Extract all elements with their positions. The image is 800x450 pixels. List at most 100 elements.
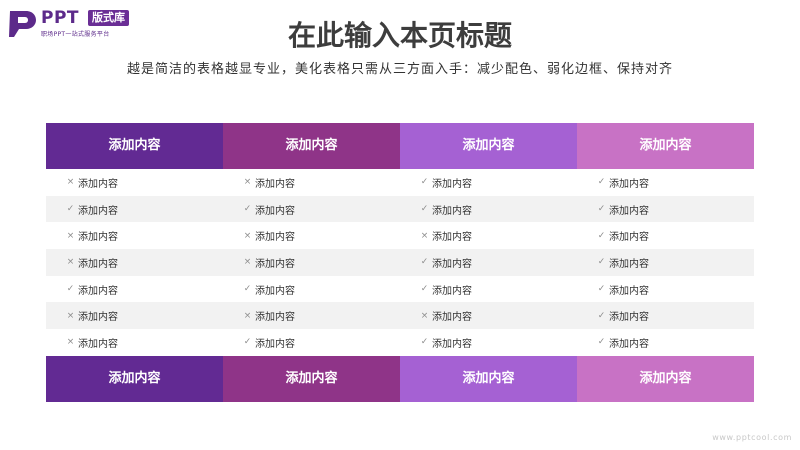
cell-text: 添加内容 (609, 205, 649, 217)
cell-text: 添加内容 (78, 312, 118, 324)
cell-text: 添加内容 (432, 285, 472, 297)
table-cell: ✓ 添加内容 (400, 329, 577, 356)
table-cell: × 添加内容 (46, 249, 223, 276)
table-cell: ✓ 添加内容 (577, 329, 754, 356)
status-mark-icon: ✓ (66, 284, 75, 295)
cell-text: 添加内容 (255, 178, 295, 190)
status-mark-icon: ✓ (597, 257, 606, 268)
table-cell: ✓ 添加内容 (223, 329, 400, 356)
cell-text: 添加内容 (432, 312, 472, 324)
table-cell: ✓ 添加内容 (400, 249, 577, 276)
status-mark-icon: × (243, 230, 252, 241)
status-mark-icon: ✓ (597, 204, 606, 215)
status-mark-icon: ✓ (420, 177, 429, 188)
cell-text: 添加内容 (78, 285, 118, 297)
table-cell: ✓ 添加内容 (400, 169, 577, 196)
cell-text: 添加内容 (255, 285, 295, 297)
table-header-cell: 添加内容 (400, 123, 577, 169)
status-mark-icon: ✓ (66, 204, 75, 215)
status-mark-icon: × (243, 177, 252, 188)
cell-text: 添加内容 (255, 338, 295, 350)
table-cell: ✓ 添加内容 (46, 196, 223, 223)
cell-text: 添加内容 (609, 258, 649, 270)
table-cell: ✓ 添加内容 (223, 196, 400, 223)
cell-text: 添加内容 (432, 232, 472, 244)
status-mark-icon: ✓ (597, 284, 606, 295)
table-cell: × 添加内容 (400, 302, 577, 329)
table-cell: ✓ 添加内容 (400, 276, 577, 303)
cell-text: 添加内容 (609, 338, 649, 350)
table-cell: ✓ 添加内容 (577, 276, 754, 303)
status-mark-icon: ✓ (243, 337, 252, 348)
cell-text: 添加内容 (78, 258, 118, 270)
cell-text: 添加内容 (432, 205, 472, 217)
table-row: ✓ 添加内容 ✓ 添加内容 ✓ 添加内容 ✓ 添加内容 (46, 195, 754, 223)
table-header-cell: 添加内容 (223, 123, 400, 169)
cell-text: 添加内容 (609, 232, 649, 244)
table-cell: ✓ 添加内容 (577, 302, 754, 329)
status-mark-icon: ✓ (420, 337, 429, 348)
table-row: × 添加内容 ✓ 添加内容 ✓ 添加内容 ✓ 添加内容 (46, 329, 754, 356)
status-mark-icon: × (420, 230, 429, 241)
table-header-cell: 添加内容 (577, 123, 754, 169)
cell-text: 添加内容 (432, 258, 472, 270)
cell-text: 添加内容 (609, 285, 649, 297)
table-cell: × 添加内容 (46, 302, 223, 329)
table-cell: × 添加内容 (400, 222, 577, 249)
cell-text: 添加内容 (255, 205, 295, 217)
status-mark-icon: ✓ (420, 284, 429, 295)
cell-text: 添加内容 (609, 312, 649, 324)
table-cell: ✓ 添加内容 (46, 276, 223, 303)
status-mark-icon: ✓ (243, 204, 252, 215)
comparison-table: 添加内容 添加内容 添加内容 添加内容 × 添加内容 × 添加内容 ✓ 添加内容 ✓ 添… (46, 123, 754, 402)
table-header-row: 添加内容 添加内容 添加内容 添加内容 (46, 123, 754, 169)
table-cell: × 添加内容 (46, 329, 223, 356)
cell-text: 添加内容 (78, 338, 118, 350)
cell-text: 添加内容 (255, 232, 295, 244)
table-row: × 添加内容 × 添加内容 ✓ 添加内容 ✓ 添加内容 (46, 169, 754, 196)
status-mark-icon: ✓ (420, 257, 429, 268)
cell-text: 添加内容 (255, 312, 295, 324)
status-mark-icon: ✓ (597, 310, 606, 321)
status-mark-icon: × (66, 310, 75, 321)
table-cell: × 添加内容 (223, 222, 400, 249)
table-row: × 添加内容 × 添加内容 × 添加内容 ✓ 添加内容 (46, 302, 754, 330)
cell-text: 添加内容 (78, 232, 118, 244)
table-row: × 添加内容 × 添加内容 ✓ 添加内容 ✓ 添加内容 (46, 249, 754, 276)
table-row: ✓ 添加内容 ✓ 添加内容 ✓ 添加内容 ✓ 添加内容 (46, 276, 754, 303)
status-mark-icon: × (243, 257, 252, 268)
table-footer-cell: 添加内容 (46, 355, 223, 402)
table-cell: × 添加内容 (223, 302, 400, 329)
status-mark-icon: × (66, 257, 75, 268)
table-footer-cell: 添加内容 (400, 355, 577, 402)
page-subtitle: 越是简洁的表格越显专业，美化表格只需从三方面入手：减少配色、弱化边框、保持对齐 (126, 62, 673, 77)
status-mark-icon: ✓ (243, 284, 252, 295)
status-mark-icon: × (66, 337, 75, 348)
table-cell: × 添加内容 (223, 249, 400, 276)
table-cell: ✓ 添加内容 (400, 196, 577, 223)
cell-text: 添加内容 (78, 205, 118, 217)
status-mark-icon: × (66, 177, 75, 188)
table-cell: ✓ 添加内容 (577, 196, 754, 223)
table-header-cell: 添加内容 (46, 123, 223, 169)
table-footer-row: 添加内容 添加内容 添加内容 添加内容 (46, 355, 754, 402)
cell-text: 添加内容 (255, 258, 295, 270)
status-mark-icon: × (420, 310, 429, 321)
status-mark-icon: ✓ (597, 177, 606, 188)
table-cell: ✓ 添加内容 (577, 249, 754, 276)
table-row: × 添加内容 × 添加内容 × 添加内容 ✓ 添加内容 (46, 222, 754, 249)
table-footer-cell: 添加内容 (577, 355, 754, 402)
cell-text: 添加内容 (432, 338, 472, 350)
table-cell: ✓ 添加内容 (577, 169, 754, 196)
status-mark-icon: ✓ (420, 204, 429, 215)
cell-text: 添加内容 (432, 178, 472, 190)
table-cell: ✓ 添加内容 (577, 222, 754, 249)
cell-text: 添加内容 (609, 178, 649, 190)
table-cell: ✓ 添加内容 (223, 276, 400, 303)
status-mark-icon: ✓ (597, 337, 606, 348)
table-footer-cell: 添加内容 (223, 355, 400, 402)
table-cell: × 添加内容 (46, 169, 223, 196)
status-mark-icon: × (66, 230, 75, 241)
watermark-url: www.pptcool.com (712, 433, 792, 442)
status-mark-icon: ✓ (597, 230, 606, 241)
